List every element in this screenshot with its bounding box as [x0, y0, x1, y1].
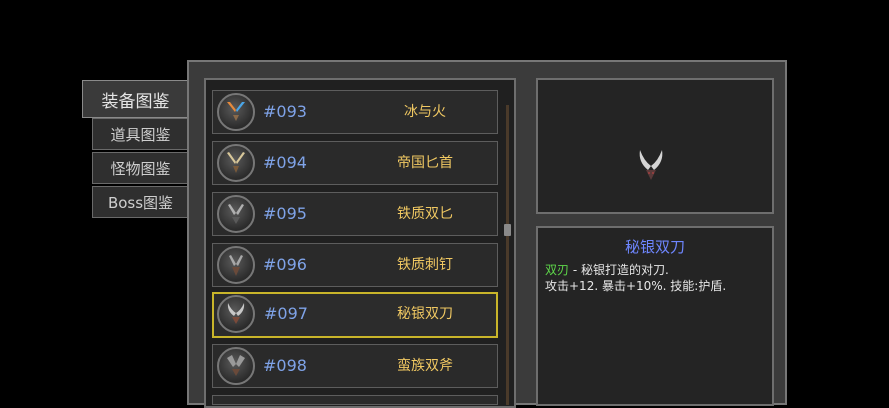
- tab-monsters-label: 怪物图鉴: [110, 159, 171, 178]
- item-name: 冰与火: [404, 104, 446, 120]
- item-stats: 攻击+12. 暴击+10%. 技能:护盾.: [545, 279, 727, 293]
- daggers-icon: [217, 144, 255, 182]
- twin-blades-icon: [634, 146, 668, 180]
- item-number: #094: [263, 153, 307, 172]
- tab-monsters[interactable]: 怪物图鉴: [92, 152, 188, 184]
- spike-icon: [217, 246, 255, 284]
- item-name: 铁质刺钉: [397, 257, 453, 273]
- tab-items-label: 道具图鉴: [110, 125, 171, 144]
- item-desc: 双刃 - 秘银打造的对刀.: [545, 261, 669, 278]
- tab-equipment-label: 装备图鉴: [101, 91, 170, 112]
- tab-items[interactable]: 道具图鉴: [92, 118, 188, 150]
- twin-daggers-icon: [217, 195, 255, 233]
- item-description-box: 秘银双刀 双刃 - 秘银打造的对刀. 攻击+12. 暴击+10%. 技能:护盾.: [536, 226, 774, 406]
- list-item[interactable]: #094 帝国匕首: [212, 141, 498, 185]
- fire-ice-blades-icon: [217, 93, 255, 131]
- item-name: 蛮族双斧: [397, 358, 453, 374]
- list-item[interactable]: #095 铁质双匕: [212, 192, 498, 236]
- item-name: 铁质双匕: [397, 206, 453, 222]
- item-number: #096: [263, 255, 307, 274]
- item-number: #095: [263, 204, 307, 223]
- twin-axes-icon: [217, 347, 255, 385]
- scrollbar-track[interactable]: [506, 105, 509, 405]
- item-number: #097: [264, 304, 308, 323]
- item-name: 秘银双刀: [397, 306, 453, 322]
- scrollbar-thumb[interactable]: [504, 224, 511, 236]
- list-item[interactable]: #093 冰与火: [212, 90, 498, 134]
- item-name: 帝国匕首: [397, 155, 453, 171]
- weapon-type-tag: 双刃: [545, 263, 570, 277]
- list-item-selected[interactable]: #097 秘银双刀: [212, 292, 498, 338]
- tab-boss[interactable]: Boss图鉴: [92, 186, 188, 218]
- item-desc-text: - 秘银打造的对刀.: [569, 263, 669, 277]
- list-item-partial[interactable]: [212, 395, 498, 405]
- item-number: #093: [263, 102, 307, 121]
- twin-blades-icon: [217, 295, 255, 333]
- list-item[interactable]: #096 铁质刺钉: [212, 243, 498, 287]
- tab-equipment[interactable]: 装备图鉴: [82, 80, 188, 118]
- item-title: 秘银双刀: [624, 238, 685, 256]
- item-preview: [536, 78, 774, 214]
- tab-boss-label: Boss图鉴: [107, 193, 174, 212]
- list-item[interactable]: #098 蛮族双斧: [212, 344, 498, 388]
- item-number: #098: [263, 356, 307, 375]
